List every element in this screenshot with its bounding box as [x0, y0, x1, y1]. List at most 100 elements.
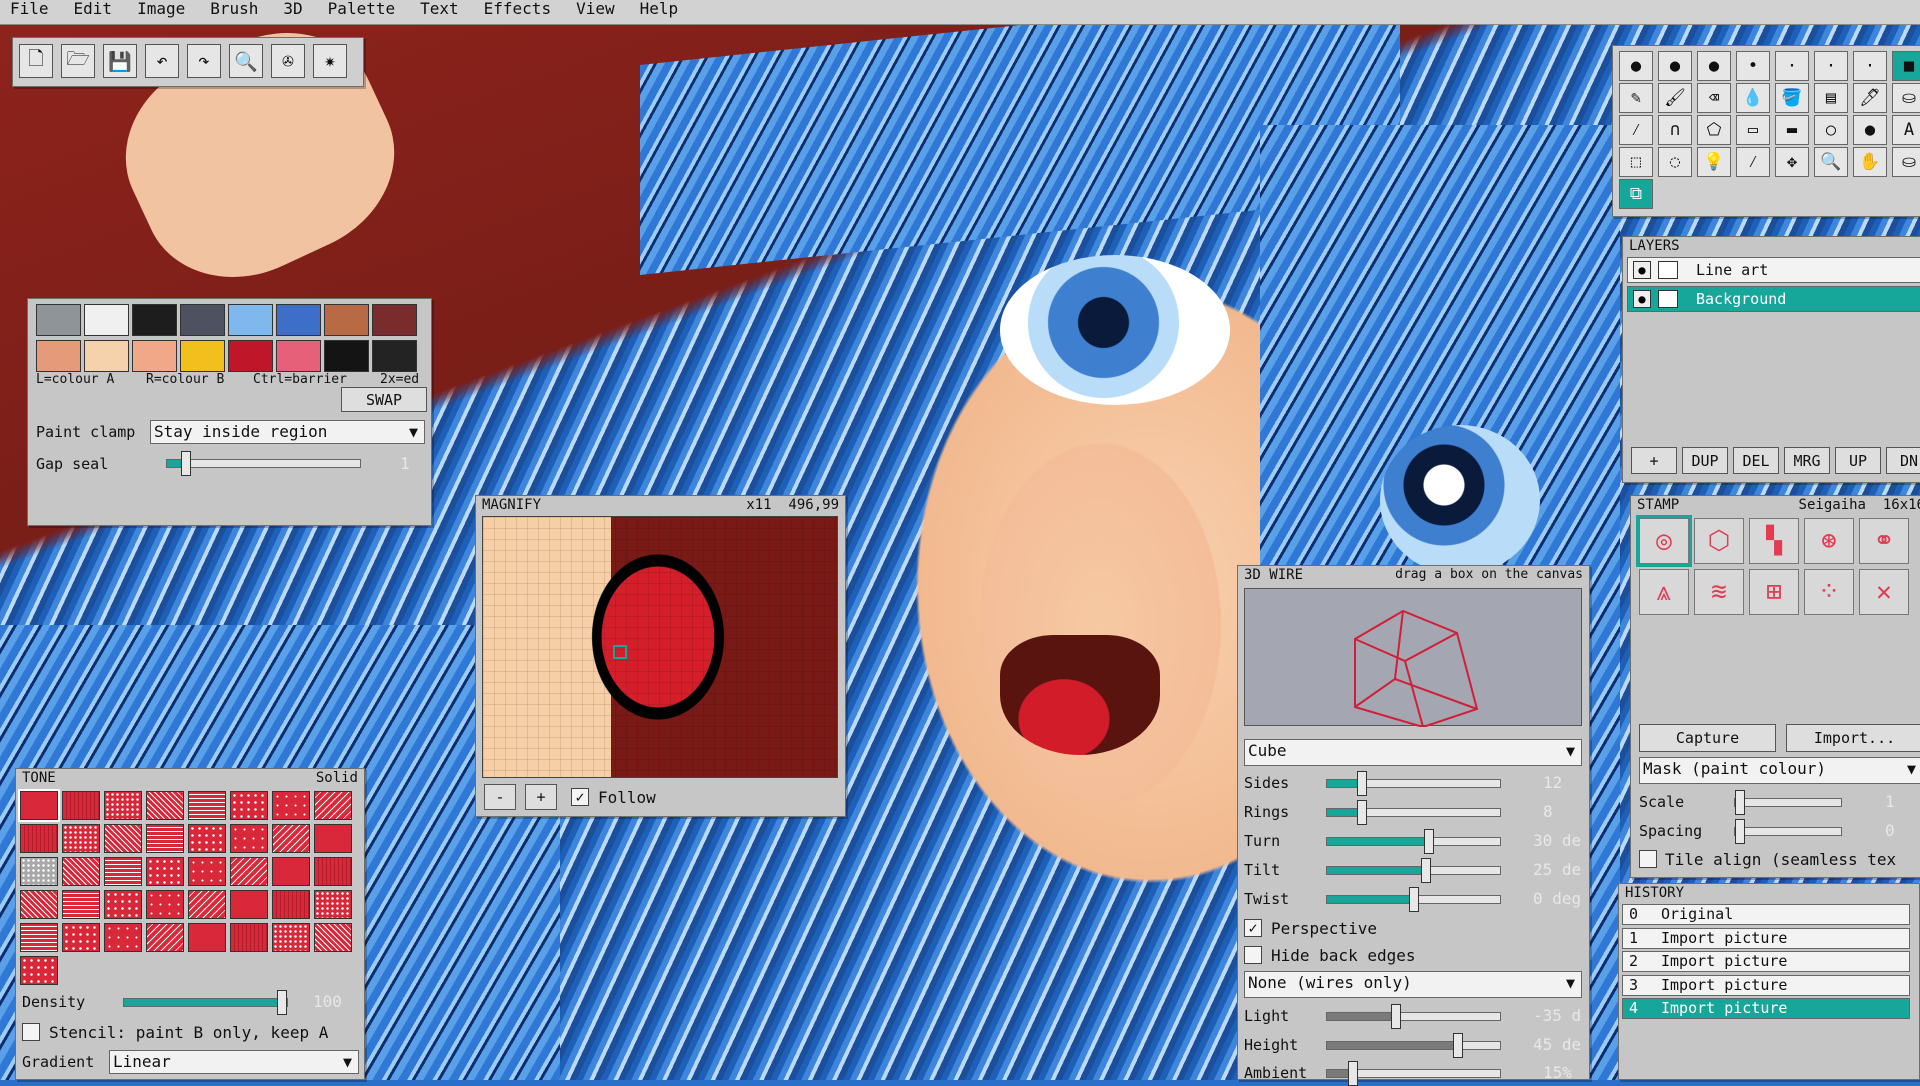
tool-button[interactable]: ✥: [1775, 147, 1809, 177]
hide-back-edges-checkbox[interactable]: [1244, 946, 1262, 964]
tone-pattern[interactable]: [146, 890, 184, 919]
tool-button[interactable]: ●: [1658, 51, 1692, 81]
tone-pattern[interactable]: [230, 824, 268, 853]
tone-pattern[interactable]: [314, 857, 352, 886]
menu-edit[interactable]: Edit: [64, 0, 128, 24]
tone-pattern[interactable]: [188, 824, 226, 853]
layer-dup-button[interactable]: DUP: [1682, 447, 1728, 474]
palette-swatch[interactable]: [324, 340, 369, 372]
scale-slider[interactable]: [1734, 790, 1842, 815]
tone-pattern[interactable]: [272, 791, 310, 820]
layer-row[interactable]: ● Background: [1627, 286, 1920, 312]
menu-text[interactable]: Text: [410, 0, 474, 24]
menu-view[interactable]: View: [566, 0, 630, 24]
tone-pattern[interactable]: [62, 857, 100, 886]
tile-align-checkbox[interactable]: [1639, 850, 1657, 868]
menu-file[interactable]: File: [0, 0, 64, 24]
tone-pattern[interactable]: [188, 923, 226, 952]
tone-pattern[interactable]: [104, 791, 142, 820]
tool-button[interactable]: ∩: [1658, 115, 1692, 145]
layer-del-button[interactable]: DEL: [1733, 447, 1779, 474]
tool-button[interactable]: ▬: [1775, 115, 1809, 145]
stamp-pattern-button[interactable]: ▚: [1749, 518, 1799, 564]
turn-slider[interactable]: [1326, 829, 1501, 854]
palette-swatch[interactable]: [372, 340, 417, 372]
tool-button[interactable]: 💡: [1697, 147, 1731, 177]
tool-button[interactable]: 💧: [1736, 83, 1770, 113]
density-slider[interactable]: [123, 990, 288, 1015]
sides-slider[interactable]: [1326, 771, 1501, 796]
tool-button[interactable]: ◌: [1658, 147, 1692, 177]
tone-pattern[interactable]: [62, 824, 100, 853]
eye-icon[interactable]: ●: [1633, 290, 1651, 308]
palette-swatch[interactable]: [276, 304, 321, 336]
tone-pattern[interactable]: [104, 890, 142, 919]
stamp-pattern-button[interactable]: ⊛: [1804, 518, 1854, 564]
tone-pattern[interactable]: [20, 824, 58, 853]
swap-button[interactable]: SWAP: [341, 387, 427, 412]
tone-pattern[interactable]: [62, 890, 100, 919]
tone-pattern[interactable]: [272, 857, 310, 886]
stencil-checkbox[interactable]: [22, 1023, 40, 1041]
tone-pattern[interactable]: [62, 923, 100, 952]
magnify-zoom-in-button[interactable]: +: [525, 784, 557, 810]
stamp-pattern-button[interactable]: ⬡: [1694, 518, 1744, 564]
tone-pattern[interactable]: [104, 824, 142, 853]
toolbar-redo-button[interactable]: ↷: [187, 44, 221, 78]
tool-button[interactable]: ✎: [1619, 83, 1653, 113]
menu-image[interactable]: Image: [127, 0, 200, 24]
tone-pattern[interactable]: [230, 791, 268, 820]
history-item[interactable]: 4 Import picture: [1622, 998, 1910, 1019]
tool-button[interactable]: A: [1892, 115, 1920, 145]
tone-pattern[interactable]: [104, 923, 142, 952]
palette-swatch[interactable]: [180, 304, 225, 336]
capture-button[interactable]: Capture: [1639, 724, 1776, 752]
stamp-pattern-button[interactable]: ⩓: [1639, 569, 1689, 615]
tool-button[interactable]: ⁄: [1619, 115, 1653, 145]
tool-button[interactable]: ▤: [1814, 83, 1848, 113]
history-item[interactable]: 3 Import picture: [1622, 974, 1910, 996]
history-item[interactable]: 2 Import picture: [1622, 951, 1910, 972]
eye-icon[interactable]: ●: [1633, 261, 1651, 279]
tool-button[interactable]: ●: [1853, 115, 1887, 145]
tool-button[interactable]: ✋: [1853, 147, 1887, 177]
tone-pattern[interactable]: [20, 857, 58, 886]
palette-swatch[interactable]: [84, 340, 129, 372]
tone-pattern[interactable]: [272, 824, 310, 853]
tone-pattern[interactable]: [230, 857, 268, 886]
tone-pattern[interactable]: [314, 890, 352, 919]
tone-pattern[interactable]: [146, 791, 184, 820]
tool-button[interactable]: ■: [1892, 51, 1920, 81]
height-slider[interactable]: [1326, 1033, 1501, 1058]
stamp-pattern-button[interactable]: ⚭: [1859, 518, 1909, 564]
layer-row[interactable]: ● Line art: [1627, 257, 1920, 283]
tool-button[interactable]: ⌫: [1697, 83, 1731, 113]
tool-button[interactable]: ·: [1853, 51, 1887, 81]
tool-button[interactable]: ·: [1775, 51, 1809, 81]
toolbar-open-folder-button[interactable]: 🗁: [61, 44, 95, 78]
tone-pattern[interactable]: [20, 956, 58, 985]
ambient-slider[interactable]: [1326, 1061, 1501, 1086]
menu-3d[interactable]: 3D: [273, 0, 317, 24]
palette-swatch[interactable]: [228, 304, 273, 336]
menu-palette[interactable]: Palette: [318, 0, 410, 24]
toolbar-zoom-button[interactable]: 🔍: [229, 44, 263, 78]
menu-effects[interactable]: Effects: [474, 0, 566, 24]
wire3d-shape-dropdown[interactable]: Cube: [1244, 739, 1582, 766]
tool-extra-button[interactable]: ⧉: [1619, 179, 1653, 209]
tone-pattern[interactable]: [314, 824, 352, 853]
spacing-slider[interactable]: [1734, 819, 1842, 844]
toolbar-save-button[interactable]: 💾: [103, 44, 137, 78]
toolbar-undo-button[interactable]: ↶: [145, 44, 179, 78]
tone-pattern[interactable]: [146, 824, 184, 853]
palette-swatch[interactable]: [36, 340, 81, 372]
tone-pattern[interactable]: [188, 791, 226, 820]
tone-pattern[interactable]: [18, 789, 60, 822]
tool-button[interactable]: 🖊: [1853, 83, 1887, 113]
layer-dn-button[interactable]: DN: [1886, 447, 1920, 474]
tool-button[interactable]: ●: [1619, 51, 1653, 81]
rings-slider[interactable]: [1326, 800, 1501, 825]
palette-swatch[interactable]: [132, 340, 177, 372]
history-item[interactable]: 1 Import picture: [1622, 927, 1910, 949]
twist-slider[interactable]: [1326, 887, 1501, 912]
